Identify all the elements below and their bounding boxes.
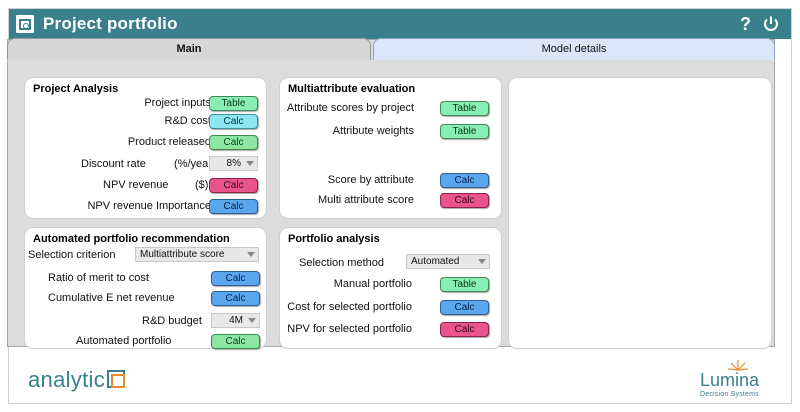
cost-selected-button[interactable]: Calc <box>440 300 489 315</box>
discount-rate-select[interactable]: 8% <box>209 156 258 171</box>
score-by-attribute-label: Score by attribute <box>327 174 414 186</box>
manual-portfolio-label: Manual portfolio <box>333 278 412 290</box>
attribute-scores-button[interactable]: Table <box>440 101 489 116</box>
project-analysis-box: Project Analysis Project inputs Table R&… <box>24 77 267 219</box>
chevron-down-icon <box>248 318 256 323</box>
multi-attribute-score-button[interactable]: Calc <box>440 193 489 208</box>
selection-criterion-label: Selection criterion <box>28 249 116 261</box>
project-inputs-button[interactable]: Table <box>209 96 258 111</box>
cumulative-revenue-button[interactable]: Calc <box>211 291 260 306</box>
product-released-label: Product released <box>127 136 211 148</box>
rd-cost-label: R&D cost <box>164 115 211 127</box>
selection-criterion-value: Multiattribute score <box>140 249 225 260</box>
attribute-scores-label: Attribute scores by project <box>286 102 414 114</box>
portfolio-analysis-box: Portfolio analysis Selection method Auto… <box>279 227 502 349</box>
npv-revenue-button[interactable]: Calc <box>209 178 258 193</box>
chevron-down-icon <box>246 161 254 166</box>
selection-method-value: Automated <box>411 256 460 267</box>
project-inputs-label: Project inputs <box>144 97 211 109</box>
multiattribute-title: Multiattribute evaluation <box>288 83 416 95</box>
score-by-attribute-button[interactable]: Calc <box>440 173 489 188</box>
analytica-logo-text: analytic <box>28 367 105 392</box>
automated-portfolio-button[interactable]: Calc <box>211 334 260 349</box>
multi-attribute-score-label: Multi attribute score <box>318 194 414 206</box>
rd-budget-value: 4M <box>229 315 243 326</box>
project-analysis-title: Project Analysis <box>33 83 119 95</box>
npv-revenue-unit: ($) <box>195 179 209 191</box>
discount-rate-label: Discount rate <box>81 158 146 170</box>
discount-rate-value: 8% <box>226 158 241 169</box>
npv-importance-label: NPV revenue Importance <box>87 200 211 212</box>
rd-cost-button[interactable]: Calc <box>209 114 258 129</box>
cost-selected-label: Cost for selected portfolio <box>287 301 412 313</box>
selection-method-label: Selection method <box>299 257 384 269</box>
lumina-brand-sub: Decision Systems <box>700 391 759 398</box>
tab-model-details[interactable]: Model details <box>373 38 775 60</box>
portfolio-analysis-title: Portfolio analysis <box>288 233 380 245</box>
selection-method-select[interactable]: Automated <box>406 254 490 269</box>
power-icon[interactable] <box>762 15 780 33</box>
rd-budget-select[interactable]: 4M <box>211 313 260 328</box>
selection-criterion-select[interactable]: Multiattribute score <box>135 247 259 262</box>
cumulative-revenue-label: Cumulative E net revenue <box>48 292 175 304</box>
analytica-logo-icon <box>107 370 125 388</box>
npv-importance-button[interactable]: Calc <box>209 199 258 214</box>
automated-portfolio-label: Automated portfolio <box>76 335 172 347</box>
ratio-merit-button[interactable]: Calc <box>211 271 260 286</box>
rd-budget-label: R&D budget <box>142 315 202 327</box>
npv-revenue-label: NPV revenue <box>103 179 169 191</box>
automated-box: Automated portfolio recommendation Selec… <box>24 227 267 349</box>
manual-portfolio-button[interactable]: Table <box>440 277 489 292</box>
npv-selected-label: NPV for selected portfolio <box>287 323 412 335</box>
attribute-weights-button[interactable]: Table <box>440 124 489 139</box>
chevron-down-icon <box>247 252 255 257</box>
help-icon[interactable]: ? <box>740 14 751 35</box>
app-title: Project portfolio <box>43 14 178 33</box>
tab-main[interactable]: Main <box>7 38 371 60</box>
automated-title: Automated portfolio recommendation <box>33 233 230 245</box>
output-pane <box>508 77 772 349</box>
attribute-weights-label: Attribute weights <box>332 125 414 137</box>
lumina-brand: Lumina <box>700 370 760 390</box>
ratio-merit-label: Ratio of merit to cost <box>48 272 149 284</box>
title-bar: Project portfolio ? <box>9 9 791 39</box>
multiattribute-box: Multiattribute evaluation Attribute scor… <box>279 77 502 219</box>
chevron-down-icon <box>478 259 486 264</box>
product-released-button[interactable]: Calc <box>209 135 258 150</box>
npv-selected-button[interactable]: Calc <box>440 322 489 337</box>
app-icon <box>16 15 34 33</box>
